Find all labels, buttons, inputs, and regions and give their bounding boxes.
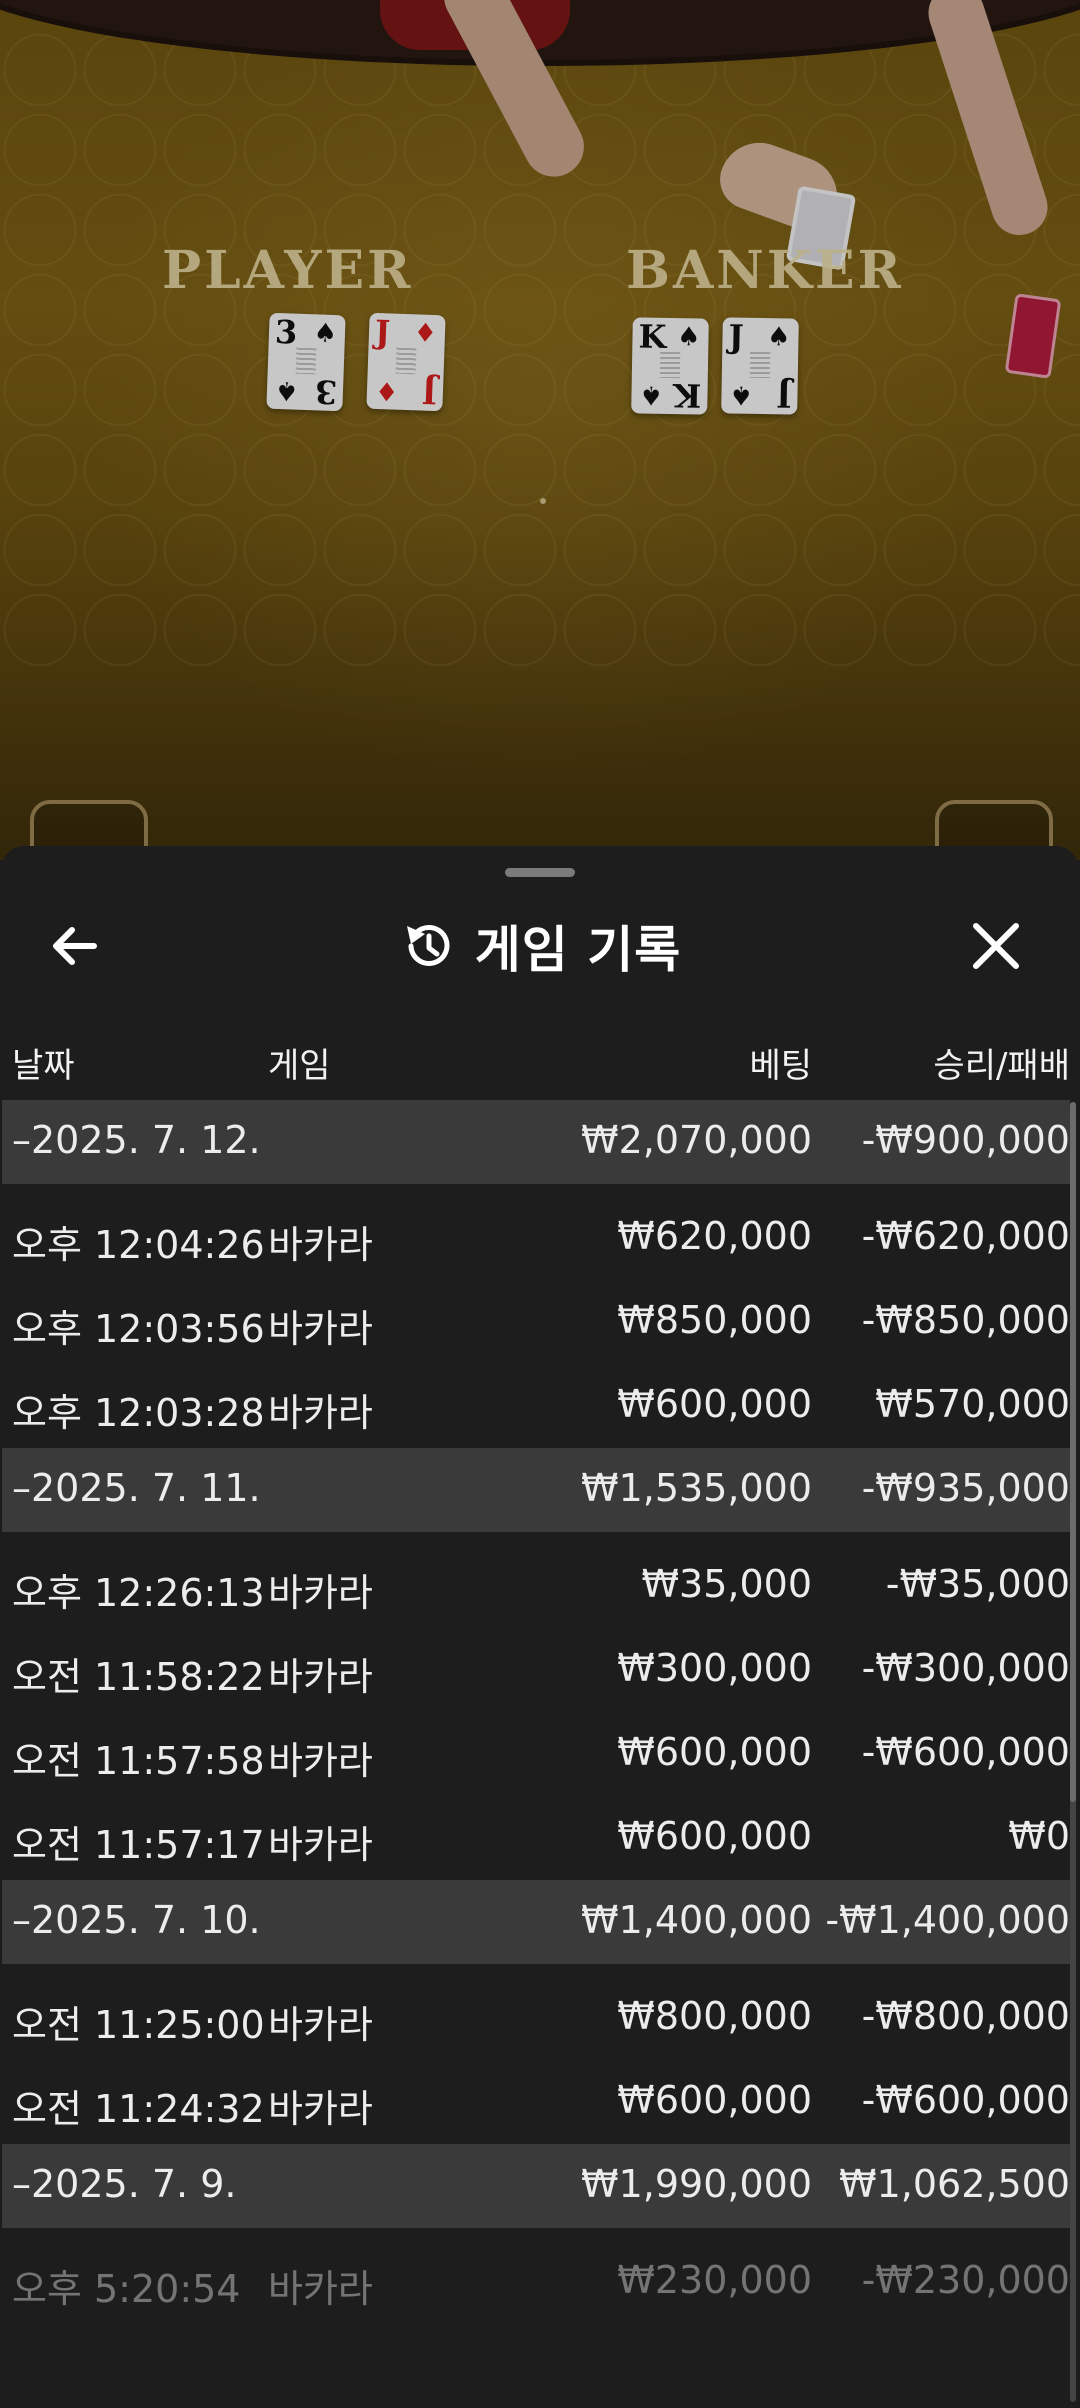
row-bet: ₩800,000 [617, 1994, 812, 2038]
group-date: –2025. 7. 11. [12, 1466, 261, 1510]
row-time: 오후 12:03:56 [12, 1307, 265, 1351]
row-game: 바카라 [268, 2087, 373, 2131]
row-bet: ₩620,000 [617, 1214, 812, 1258]
history-row[interactable]: 오전 11:58:22 바카라 ₩300,000 -₩300,000 [2, 1628, 1070, 1712]
row-time: 오전 11:24:32 [12, 2087, 265, 2131]
group-bet-total: ₩1,400,000 [581, 1898, 812, 1942]
row-result: ₩0 [1008, 1814, 1070, 1858]
row-result: ₩570,000 [875, 1382, 1070, 1426]
row-time: 오전 11:25:00 [12, 2003, 265, 2047]
game-history-sheet: 게임 기록 날짜 게임 베팅 승리/패배 –2025. 7. 12. ₩2,070… [2, 846, 1078, 2408]
column-header-date: 날짜 [12, 1046, 75, 1086]
scrollbar-thumb[interactable] [1070, 1102, 1076, 1802]
row-bet: ₩35,000 [641, 1562, 812, 1606]
history-row[interactable]: 오후 5:20:54 바카라 ₩230,000 -₩230,000 [2, 2240, 1070, 2324]
row-bet: ₩600,000 [617, 1814, 812, 1858]
sheet-header: 게임 기록 [2, 886, 1078, 1006]
row-result: -₩850,000 [861, 1298, 1070, 1342]
date-group-row[interactable]: –2025. 7. 12. ₩2,070,000 -₩900,000 [2, 1100, 1070, 1184]
group-result-total: -₩1,400,000 [825, 1898, 1070, 1942]
history-row[interactable]: 오후 12:04:26 바카라 ₩620,000 -₩620,000 [2, 1196, 1070, 1280]
row-time: 오후 12:26:13 [12, 1571, 265, 1615]
group-result-total: -₩900,000 [861, 1118, 1070, 1162]
row-game: 바카라 [268, 1307, 373, 1351]
group-date: –2025. 7. 10. [12, 1898, 261, 1942]
row-result: -₩600,000 [861, 2078, 1070, 2122]
row-bet: ₩600,000 [617, 1730, 812, 1774]
date-group-row[interactable]: –2025. 7. 11. ₩1,535,000 -₩935,000 [2, 1448, 1070, 1532]
column-header-bet: 베팅 [749, 1046, 812, 1086]
row-game: 바카라 [268, 1571, 373, 1615]
group-result-total: -₩935,000 [861, 1466, 1070, 1510]
row-time: 오후 5:20:54 [12, 2267, 241, 2311]
row-time: 오전 11:57:58 [12, 1739, 265, 1783]
row-time: 오후 12:03:28 [12, 1391, 265, 1435]
date-group-row[interactable]: –2025. 7. 9. ₩1,990,000 ₩1,062,500 [2, 2144, 1070, 2228]
history-row[interactable]: 오후 12:03:28 바카라 ₩600,000 ₩570,000 [2, 1364, 1070, 1448]
row-result: -₩620,000 [861, 1214, 1070, 1258]
row-result: -₩600,000 [861, 1730, 1070, 1774]
row-game: 바카라 [268, 1823, 373, 1867]
row-bet: ₩600,000 [617, 1382, 812, 1426]
row-result: -₩800,000 [861, 1994, 1070, 2038]
row-time: 오후 12:04:26 [12, 1223, 265, 1267]
row-game: 바카라 [268, 1223, 373, 1267]
sheet-title-group: 게임 기록 [2, 886, 1078, 1006]
row-result: -₩300,000 [861, 1646, 1070, 1690]
game-table-view: PLAYER BANKER 3 ♠ 3 ♠ J ♦ J ♦ K ♠ K ♠ J ♠ J ♠ [0, 0, 1080, 860]
row-time: 오전 11:57:17 [12, 1823, 265, 1867]
history-row[interactable]: 오후 12:03:56 바카라 ₩850,000 -₩850,000 [2, 1280, 1070, 1364]
row-bet: ₩850,000 [617, 1298, 812, 1342]
group-result-total: ₩1,062,500 [839, 2162, 1070, 2206]
row-game: 바카라 [268, 1655, 373, 1699]
row-time: 오전 11:58:22 [12, 1655, 265, 1699]
history-row[interactable]: 오전 11:25:00 바카라 ₩800,000 -₩800,000 [2, 1976, 1070, 2060]
row-bet: ₩600,000 [617, 2078, 812, 2122]
row-game: 바카라 [268, 1739, 373, 1783]
row-bet: ₩230,000 [617, 2258, 812, 2302]
group-bet-total: ₩1,990,000 [581, 2162, 812, 2206]
sheet-title: 게임 기록 [474, 921, 682, 979]
history-row[interactable]: 오전 11:57:17 바카라 ₩600,000 ₩0 [2, 1796, 1070, 1880]
row-bet: ₩300,000 [617, 1646, 812, 1690]
group-bet-total: ₩2,070,000 [581, 1118, 812, 1162]
table-column-headers: 날짜 게임 베팅 승리/패배 [2, 1028, 1072, 1088]
close-button[interactable] [956, 914, 1036, 978]
date-group-row[interactable]: –2025. 7. 10. ₩1,400,000 -₩1,400,000 [2, 1880, 1070, 1964]
row-game: 바카라 [268, 1391, 373, 1435]
group-date: –2025. 7. 9. [12, 2162, 237, 2206]
group-bet-total: ₩1,535,000 [581, 1466, 812, 1510]
history-row[interactable]: 오전 11:24:32 바카라 ₩600,000 -₩600,000 [2, 2060, 1070, 2144]
history-list: –2025. 7. 12. ₩2,070,000 -₩900,000 오후 12:04… [2, 1100, 1070, 2324]
close-icon [973, 923, 1019, 969]
row-result: -₩230,000 [861, 2258, 1070, 2302]
sheet-drag-handle[interactable] [505, 868, 575, 877]
history-icon [406, 924, 450, 966]
column-header-game: 게임 [268, 1046, 331, 1086]
column-header-result: 승리/패배 [933, 1046, 1070, 1086]
row-result: -₩35,000 [885, 1562, 1070, 1606]
group-date: –2025. 7. 12. [12, 1118, 261, 1162]
history-row[interactable]: 오후 12:26:13 바카라 ₩35,000 -₩35,000 [2, 1544, 1070, 1628]
table-dim-overlay [0, 0, 1080, 860]
history-row[interactable]: 오전 11:57:58 바카라 ₩600,000 -₩600,000 [2, 1712, 1070, 1796]
row-game: 바카라 [268, 2003, 373, 2047]
row-game: 바카라 [268, 2267, 373, 2311]
